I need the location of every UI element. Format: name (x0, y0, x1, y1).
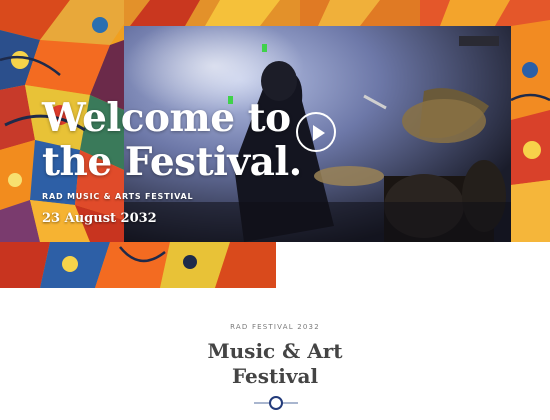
play-icon (313, 125, 325, 141)
intro-title-line-1: Music & Art (207, 339, 343, 363)
hero-date: 23 August 2032 (42, 211, 157, 226)
hero-title-line-2: the Festival. (42, 139, 302, 185)
intro-title: Music & Art Festival (0, 339, 550, 389)
divider-circle-icon (269, 396, 283, 410)
hero-background-art-lower (0, 242, 276, 288)
intro-title-line-2: Festival (231, 364, 319, 388)
hero-title-line-1: Welcome to (42, 95, 291, 141)
play-button[interactable] (296, 112, 336, 152)
divider-line-left (254, 402, 270, 404)
intro-eyebrow: RAD FESTIVAL 2032 (230, 323, 320, 331)
section-divider (250, 396, 302, 410)
hero-title: Welcome to the Festival. (42, 96, 302, 184)
hero-eyebrow: RAD MUSIC & ARTS FESTIVAL (42, 192, 194, 201)
divider-line-right (282, 402, 298, 404)
